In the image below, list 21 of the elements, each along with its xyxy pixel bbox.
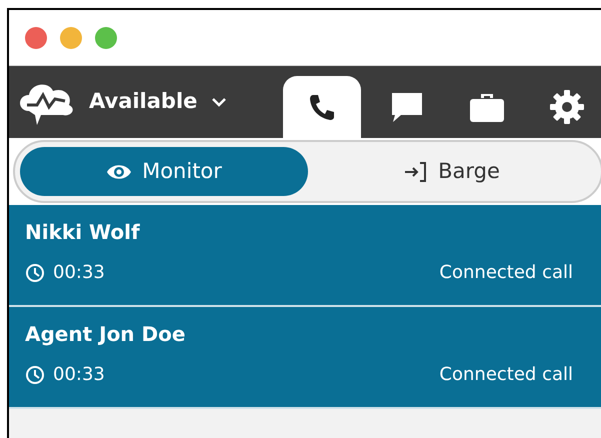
settings-icon [549,89,585,125]
close-button[interactable] [25,26,47,48]
caller-name: Nikki Wolf [25,219,140,245]
eye-icon [106,162,132,180]
caller-name: Agent Jon Doe [25,321,186,347]
mode-segment[interactable]: Monitor [20,147,308,196]
mode-segment[interactable]: Barge [308,147,596,196]
caret-icon [211,97,228,107]
call-row[interactable]: Nikki Wolf 00:33 Connected call [9,205,601,307]
clock-icon [25,364,45,384]
phone-icon [307,92,337,122]
call-state: Connected call [439,261,573,285]
clock-icon [25,262,45,282]
call-state: Connected call [439,363,573,387]
enter-icon [404,160,428,182]
tab[interactable] [283,76,361,138]
call-duration: 00:33 [53,261,105,285]
chat-icon [389,90,425,124]
call-row[interactable]: Agent Jon Doe 00:33 Connected call [9,307,601,409]
status-dropdown[interactable]: Available [89,86,228,118]
call-duration: 00:33 [53,363,105,387]
